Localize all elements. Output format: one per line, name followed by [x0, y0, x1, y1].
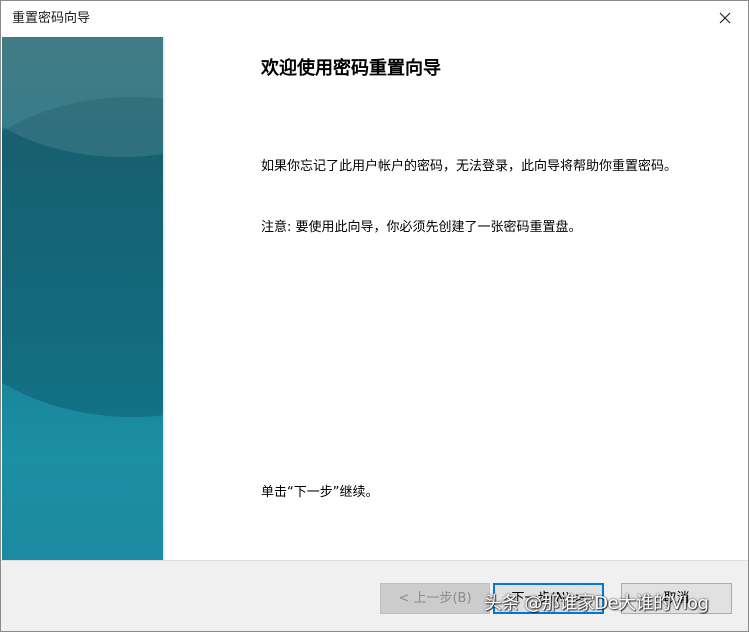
banner-divider — [163, 37, 166, 560]
watermark: 头条 @那谁家De大谁的Vlog — [484, 593, 709, 614]
intro-text: 如果你忘记了此用户帐户的密码，无法登录，此向导将帮助你重置密码。 — [261, 159, 678, 174]
window-title: 重置密码向导 — [12, 11, 91, 26]
note-text: 注意: 要使用此向导，你必须先创建了一张密码重置盘。 — [261, 220, 582, 235]
continue-instruction: 单击“下一步”继续。 — [261, 485, 379, 500]
page-title: 欢迎使用密码重置向导 — [261, 58, 441, 79]
back-button[interactable]: < 上一步(B) — [380, 583, 490, 614]
close-icon — [719, 12, 731, 24]
wizard-side-banner — [2, 37, 163, 560]
title-bar: 重置密码向导 — [1, 1, 748, 36]
close-button[interactable] — [702, 1, 748, 35]
password-reset-wizard-window: 重置密码向导 欢迎使用密码重置向导 如果你忘记了此用户帐户的密码，无法登录，此向… — [0, 0, 749, 632]
